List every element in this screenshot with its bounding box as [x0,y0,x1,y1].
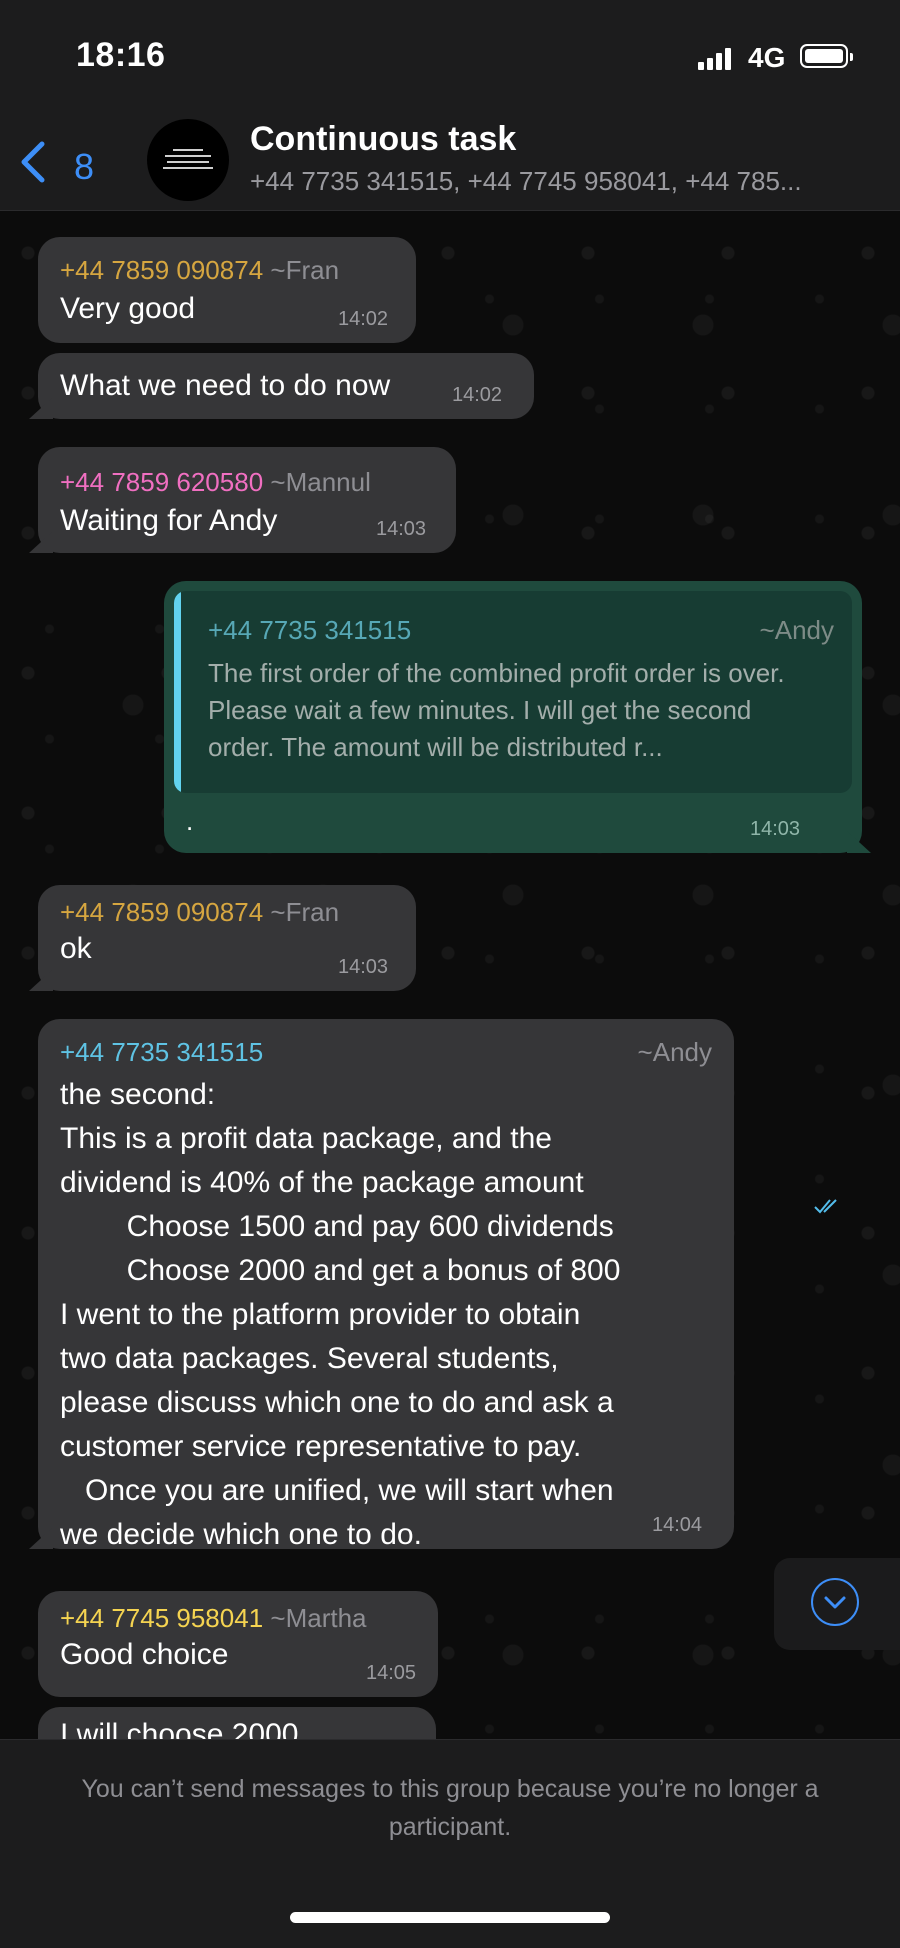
message-bubble[interactable]: +44 7859 090874 ~Fran ok 14:03 [29,885,416,991]
sender-phone[interactable]: +44 7735 341515 [60,1037,263,1067]
signal-icon [698,48,732,70]
quoted-text: The first order of the combined profit o… [208,658,785,762]
sender-name: ~Fran [270,897,340,927]
home-indicator[interactable] [290,1912,610,1923]
status-bar: 18:16 4G [0,0,900,110]
message-bubble[interactable]: I will choose 2000 [38,1707,436,1739]
message-text: . [186,806,194,836]
message-text: ok [60,932,92,965]
group-avatar[interactable] [147,119,229,201]
message-text: Very good [60,292,196,325]
quoted-name: ~Andy [759,615,834,645]
sender-phone[interactable]: +44 7859 090874 [60,897,263,927]
message-bubble[interactable]: +44 7859 090874 ~Fran Very good 14:02 [38,237,416,343]
message-time: 14:03 [338,956,389,978]
sender-name: ~Martha [270,1603,367,1633]
message-bubble[interactable]: +44 7745 958041 ~Martha Good choice 14:0… [38,1591,438,1697]
battery-icon [800,44,853,68]
sender-name: ~Fran [270,255,340,285]
scroll-to-bottom-button[interactable] [774,1558,900,1650]
quoted-message[interactable]: +44 7735 341515 ~Andy The first order of… [174,591,852,793]
message-time: 14:03 [750,818,801,840]
sender-phone[interactable]: +44 7745 958041 [60,1603,263,1633]
chat-header: 8 Continuous task +44 7735 341515, +44 7… [0,110,900,211]
clock: 18:16 [76,36,166,74]
sender-name: ~Mannul [270,467,371,497]
message-bubble[interactable]: What we need to do now 14:02 [29,353,534,419]
message-list[interactable]: +44 7859 090874 ~Fran Very good 14:02 Wh… [0,211,900,1739]
message-bubble[interactable]: +44 7735 341515 ~Andy the second: This i… [29,1019,734,1551]
message-time: 14:02 [338,308,389,330]
message-bubble[interactable]: +44 7859 620580 ~Mannul Waiting for Andy… [29,447,456,553]
group-title[interactable]: Continuous task [250,120,516,159]
message-time: 14:04 [652,1514,703,1536]
unread-count: 8 [74,146,95,187]
message-text: Good choice [60,1638,229,1671]
message-time: 14:03 [376,518,427,540]
network-type: 4G [748,42,786,73]
read-receipt-icon [814,1199,837,1214]
quoted-sender: +44 7735 341515 [208,615,412,645]
participants-list[interactable]: +44 7735 341515, +44 7745 958041, +44 78… [250,166,890,197]
message-time: 14:02 [452,384,503,406]
sender-phone[interactable]: +44 7859 620580 [60,467,263,497]
not-participant-text: You can’t send messages to this group be… [81,1775,819,1841]
back-button[interactable]: 8 [18,132,94,188]
sender-name: ~Andy [637,1037,712,1067]
message-bubble-outgoing[interactable]: +44 7735 341515 ~Andy The first order of… [164,581,871,1214]
message-text: What we need to do now [60,369,391,402]
message-text: Waiting for Andy [60,504,278,537]
chevron-left-icon [21,141,45,183]
message-text: the second: This is a profit data packag… [60,1078,621,1551]
sender-phone[interactable]: +44 7859 090874 [60,255,263,285]
message-text: I will choose 2000 [60,1718,299,1739]
message-time: 14:05 [366,1662,417,1684]
chevron-down-icon [811,1578,859,1626]
